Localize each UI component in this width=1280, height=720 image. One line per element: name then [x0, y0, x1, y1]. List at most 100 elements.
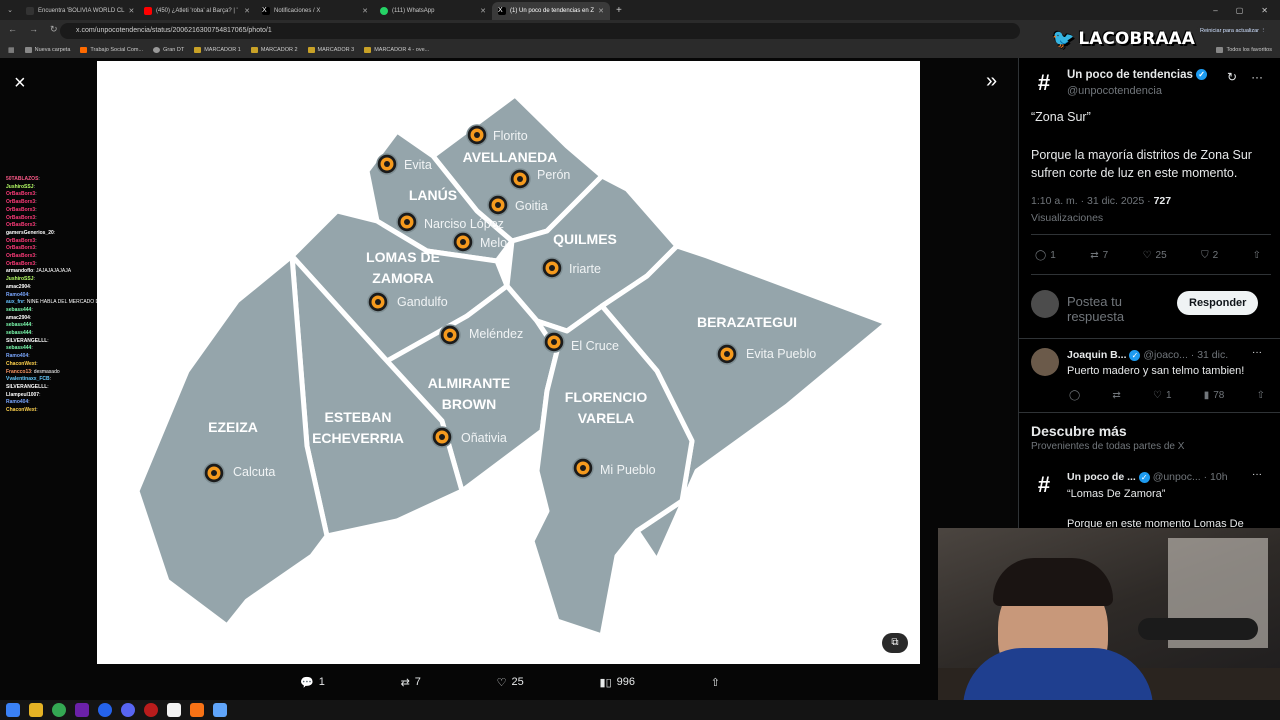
- reply-button[interactable]: Responder: [1177, 291, 1259, 315]
- like-stat[interactable]: ♡ 1: [1153, 390, 1172, 401]
- reply-stat[interactable]: ◯ 1: [1035, 250, 1056, 261]
- repost-icon: ⇄: [1090, 250, 1099, 261]
- chat-message: Ramo404:: [6, 353, 146, 361]
- bookmark-item[interactable]: Nueva carpeta: [24, 47, 70, 53]
- app-icon[interactable]: [144, 703, 158, 717]
- close-tab-icon[interactable]: ✕: [244, 7, 250, 15]
- close-tab-icon[interactable]: ✕: [129, 7, 135, 15]
- reply-input[interactable]: Postea tu respuesta: [1067, 294, 1167, 324]
- suggested-avatar[interactable]: #: [1031, 472, 1057, 498]
- bookmark-item[interactable]: MARCADOR 4 - ove...: [364, 47, 429, 53]
- alt-text-icon[interactable]: ⧉: [882, 633, 908, 653]
- hashtag-icon: #: [1037, 472, 1051, 497]
- chat-username: OrBasBorx3: [6, 222, 36, 229]
- chat-username: Ramo404: [6, 353, 29, 360]
- close-tab-icon[interactable]: ✕: [480, 7, 486, 15]
- url-field[interactable]: x.com/unpocotendencia/status/20062163007…: [60, 23, 1020, 39]
- forward-icon[interactable]: →: [29, 24, 38, 35]
- like-action[interactable]: ♡ 25: [497, 676, 524, 689]
- bookmark-item[interactable]: Trabajo Social Com...: [80, 47, 143, 53]
- more-icon[interactable]: ···: [1251, 70, 1263, 84]
- chat-username: JushiroSSJ: [6, 276, 34, 283]
- browser-tab[interactable]: Encuentra 'BOLIVIA WORLD CL ✕: [20, 2, 138, 20]
- label-lanus: LANÚS: [409, 186, 457, 203]
- discord-icon[interactable]: [121, 703, 135, 717]
- bookmark-item[interactable]: MARCADOR 3: [307, 47, 354, 53]
- edge-icon[interactable]: [98, 703, 112, 717]
- bookmark-item[interactable]: MARCADOR 1: [194, 47, 241, 53]
- chrome-icon[interactable]: [52, 703, 66, 717]
- chat-text: :: [33, 183, 35, 190]
- close-viewer-button[interactable]: ×: [14, 72, 26, 95]
- bookmark-stat[interactable]: ⛉ 2: [1201, 250, 1218, 261]
- like-stat[interactable]: ♡ 25: [1143, 250, 1167, 261]
- close-tab-icon[interactable]: ✕: [362, 7, 368, 15]
- maximize-icon[interactable]: ▢: [1236, 6, 1244, 15]
- app-icon[interactable]: [75, 703, 89, 717]
- chat-username: Llampeul1007: [6, 391, 40, 398]
- chart-icon: ▮: [1203, 390, 1210, 401]
- windows-start-icon[interactable]: [6, 703, 20, 717]
- share-stat[interactable]: ⇧: [1253, 250, 1261, 261]
- map-image: AVELLANEDA LANÚS LOMAS DE ZAMORA QUILMES…: [97, 61, 920, 664]
- svg-text:Florito: Florito: [493, 129, 528, 143]
- chat-message: OrBasBorx3:: [6, 261, 146, 269]
- minimize-icon[interactable]: –: [1213, 6, 1217, 15]
- views-stat[interactable]: ▮ 78: [1204, 390, 1225, 401]
- file-explorer-icon[interactable]: [29, 703, 43, 717]
- back-icon[interactable]: ←: [8, 24, 17, 35]
- bookmark-item[interactable]: Gran DT: [153, 47, 184, 53]
- share-icon[interactable]: ⇧: [1257, 390, 1265, 401]
- chat-username: JushiroSSJ: [6, 183, 34, 190]
- author-handle[interactable]: @unpocotendencia: [1067, 85, 1162, 97]
- whatsapp-icon: [380, 7, 388, 15]
- chat-message: SILVERANGELLL:: [6, 384, 146, 392]
- repost-icon: ⇄: [400, 676, 410, 689]
- chart-icon: ▮▯: [599, 676, 612, 689]
- grok-icon[interactable]: ↻: [1227, 70, 1237, 84]
- author-avatar[interactable]: #: [1031, 70, 1057, 96]
- chat-username: Ramo404: [6, 399, 29, 406]
- apps-icon[interactable]: ▦: [8, 46, 15, 54]
- svg-text:Melo: Melo: [480, 236, 507, 250]
- close-tab-icon[interactable]: ✕: [598, 7, 604, 15]
- chat-username: OrBasBorx3: [6, 245, 36, 252]
- chat-text: :: [33, 276, 35, 283]
- reply-icon[interactable]: ◯: [1069, 390, 1080, 401]
- browser-tab[interactable]: (450) ¿Atleti 'roba' al Barça? | ' ✕: [138, 2, 256, 20]
- share-action[interactable]: ⇧: [711, 676, 720, 689]
- reload-icon[interactable]: ↻: [50, 24, 58, 35]
- repost-action[interactable]: ⇄ 7: [401, 676, 421, 689]
- expand-panel-button[interactable]: »: [986, 70, 997, 93]
- obs-icon[interactable]: [167, 703, 181, 717]
- bookmark-item[interactable]: MARCADOR 2: [250, 47, 298, 53]
- tab-search-icon[interactable]: ⌄: [0, 6, 20, 14]
- verified-icon: ✓: [1138, 471, 1150, 483]
- browser-tab-active[interactable]: X (1) Un poco de tendencias en Z ✕: [492, 2, 610, 20]
- close-window-icon[interactable]: ✕: [1261, 6, 1268, 15]
- repost-stat[interactable]: ⇄ 7: [1090, 250, 1108, 261]
- app-icon[interactable]: [190, 703, 204, 717]
- more-icon[interactable]: ···: [1252, 347, 1262, 358]
- new-tab-button[interactable]: +: [610, 5, 622, 16]
- browser-tab[interactable]: (111) WhatsApp ✕: [374, 2, 492, 20]
- hashtag-icon: #: [1037, 70, 1051, 95]
- more-icon[interactable]: ···: [1252, 469, 1262, 480]
- verified-icon: ✓: [1196, 69, 1208, 81]
- chat-message: OrBasBorx3:: [6, 215, 146, 223]
- repost-icon[interactable]: ⇄: [1112, 390, 1120, 401]
- chat-username: OrBasBorx3: [6, 253, 36, 260]
- views-action[interactable]: ▮▯ 996: [600, 676, 635, 689]
- browser-tab[interactable]: X Notificaciones / X ✕: [256, 2, 374, 20]
- svg-text:El Cruce: El Cruce: [571, 339, 619, 353]
- reply-avatar[interactable]: [1031, 348, 1059, 376]
- author-name[interactable]: Un poco de tendencias ✓: [1067, 69, 1208, 81]
- chat-text: :: [35, 191, 37, 198]
- reply-action[interactable]: 💬 1: [300, 676, 325, 689]
- update-browser-button[interactable]: Reiniciar para actualizar ⋮: [1196, 26, 1271, 36]
- all-bookmarks[interactable]: Todos los favoritos: [1216, 47, 1280, 53]
- horseshoe-icon: [250, 47, 258, 53]
- horseshoe-icon: [307, 47, 315, 53]
- app-icon[interactable]: [213, 703, 227, 717]
- chat-username: sebass444: [6, 306, 32, 313]
